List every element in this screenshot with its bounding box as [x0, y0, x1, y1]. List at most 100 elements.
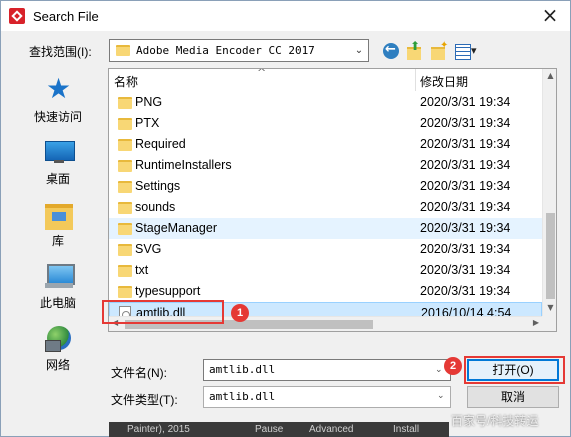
folder-icon	[118, 223, 132, 235]
filetype-select[interactable]: amtlib.dll	[203, 386, 451, 408]
folder-icon	[118, 118, 132, 130]
app-logo-icon	[9, 8, 25, 24]
file-date: 2020/3/31 19:34	[420, 158, 511, 172]
filetype-label: 文件类型(T):	[111, 393, 178, 407]
place-label: 此电脑	[39, 296, 76, 310]
table-row-hovered[interactable]: StageManager 2020/3/31 19:34	[109, 218, 542, 239]
this-pc-icon	[45, 262, 75, 290]
look-in-value: Adobe Media Encoder CC 2017	[136, 44, 315, 57]
vertical-scroll-thumb[interactable]	[546, 213, 555, 299]
folder-icon	[118, 160, 132, 172]
filename-input[interactable]: amtlib.dll	[203, 359, 451, 381]
place-this-pc[interactable]: 此电脑	[9, 256, 107, 312]
place-label: 网络	[45, 358, 70, 372]
file-date: 2020/3/31 19:34	[420, 284, 511, 298]
table-row[interactable]: sounds 2020/3/31 19:34	[109, 197, 542, 218]
column-header: 名称 ^ 修改日期	[109, 69, 542, 91]
folder-icon	[118, 265, 132, 277]
folder-icon	[118, 202, 132, 214]
view-menu-icon[interactable]	[453, 41, 481, 61]
column-divider[interactable]	[415, 69, 416, 91]
place-label: 桌面	[45, 172, 70, 186]
folder-icon	[118, 181, 132, 193]
place-library[interactable]: 库	[9, 194, 107, 250]
table-row[interactable]: PNG 2020/3/31 19:34	[109, 92, 542, 113]
network-icon	[45, 324, 73, 352]
column-date-header[interactable]: 修改日期	[420, 73, 468, 90]
background-text: Painter), 2015	[127, 424, 190, 435]
file-rows: PNG 2020/3/31 19:34 PTX 2020/3/31 19:34 Re…	[109, 92, 542, 323]
file-name: txt	[135, 263, 149, 277]
place-network[interactable]: 网络	[9, 318, 107, 374]
file-name: StageManager	[135, 221, 218, 235]
title-bar: Search File ×	[1, 1, 570, 31]
file-date: 2020/3/31 19:34	[420, 95, 511, 109]
place-label: 快速访问	[33, 110, 82, 124]
file-date: 2020/3/31 19:34	[420, 263, 511, 277]
file-name: PNG	[135, 95, 163, 109]
file-date: 2020/3/31 19:34	[420, 137, 511, 151]
table-row[interactable]: PTX 2020/3/31 19:34	[109, 113, 542, 134]
file-date: 2020/3/31 19:34	[420, 179, 511, 193]
file-date: 2020/3/31 19:34	[420, 242, 511, 256]
background-text: Pause	[255, 424, 284, 435]
annotation-box-2	[464, 356, 565, 384]
filename-label: 文件名(N):	[111, 366, 167, 380]
annotation-badge-1: 1	[231, 304, 249, 322]
sort-ascending-icon: ^	[257, 68, 267, 79]
background-text: Install	[393, 424, 420, 435]
background-window-strip: Painter), 2015 Pause Advanced Install	[109, 422, 449, 437]
file-list[interactable]: 名称 ^ 修改日期 PNG 2020/3/31 19:34 PTX 2020/3/3…	[108, 68, 557, 332]
table-row[interactable]: Required 2020/3/31 19:34	[109, 134, 542, 155]
chevron-down-icon[interactable]: ⌄	[435, 365, 443, 375]
up-folder-icon[interactable]	[405, 39, 425, 61]
table-row[interactable]: Settings 2020/3/31 19:34	[109, 176, 542, 197]
table-row[interactable]: RuntimeInstallers 2020/3/31 19:34	[109, 155, 542, 176]
library-icon	[45, 200, 73, 230]
file-name: typesupport	[135, 284, 201, 298]
place-desktop[interactable]: 桌面	[9, 132, 107, 188]
annotation-badge-2: 2	[444, 357, 462, 375]
look-in-label: 查找范围(I):	[29, 45, 92, 59]
folder-icon	[116, 45, 130, 56]
table-row[interactable]: SVG 2020/3/31 19:34	[109, 239, 542, 260]
file-name: SVG	[135, 242, 162, 256]
back-icon[interactable]	[381, 41, 401, 61]
quick-access-icon	[45, 72, 73, 105]
folder-icon	[118, 244, 132, 256]
places-bar: 快速访问 桌面 库 此电脑 网络	[9, 68, 107, 418]
scroll-down-icon[interactable]: ▼	[543, 303, 556, 312]
folder-icon	[118, 286, 132, 298]
file-date: 2020/3/31 19:34	[420, 116, 511, 130]
search-file-dialog: Search File × 查找范围(I): Adobe Media Encod…	[0, 0, 571, 437]
chevron-down-icon[interactable]: ⌄	[437, 391, 445, 401]
file-name: Required	[135, 137, 186, 151]
annotation-box-1	[102, 300, 224, 324]
close-button[interactable]: ×	[540, 5, 560, 25]
scroll-corner	[542, 316, 556, 331]
vertical-scrollbar[interactable]: ▲ ▼	[542, 69, 556, 316]
place-quick-access[interactable]: 快速访问	[9, 70, 107, 126]
scroll-up-icon[interactable]: ▲	[543, 71, 556, 80]
background-text: Advanced	[309, 424, 354, 435]
file-date: 2020/3/31 19:34	[420, 221, 511, 235]
column-name-header[interactable]: 名称	[114, 73, 138, 90]
scroll-right-icon[interactable]: ▶	[533, 318, 539, 327]
new-folder-icon[interactable]	[429, 40, 449, 61]
chevron-down-icon[interactable]: ⌄	[350, 40, 368, 61]
folder-icon	[118, 139, 132, 151]
file-name: sounds	[135, 200, 176, 214]
file-date: 2020/3/31 19:34	[420, 200, 511, 214]
cancel-button[interactable]: 取消	[467, 386, 559, 408]
file-name: RuntimeInstallers	[135, 158, 232, 172]
folder-icon	[118, 97, 132, 109]
watermark: 百家号/科技转运	[451, 414, 539, 428]
file-name: Settings	[135, 179, 181, 193]
place-label: 库	[51, 234, 64, 248]
desktop-icon	[45, 138, 75, 166]
look-in-dropdown[interactable]: Adobe Media Encoder CC 2017 ⌄	[109, 39, 369, 62]
window-title: Search File	[33, 9, 99, 24]
table-row[interactable]: typesupport 2020/3/31 19:34	[109, 281, 542, 302]
file-name: PTX	[135, 116, 160, 130]
table-row[interactable]: txt 2020/3/31 19:34	[109, 260, 542, 281]
